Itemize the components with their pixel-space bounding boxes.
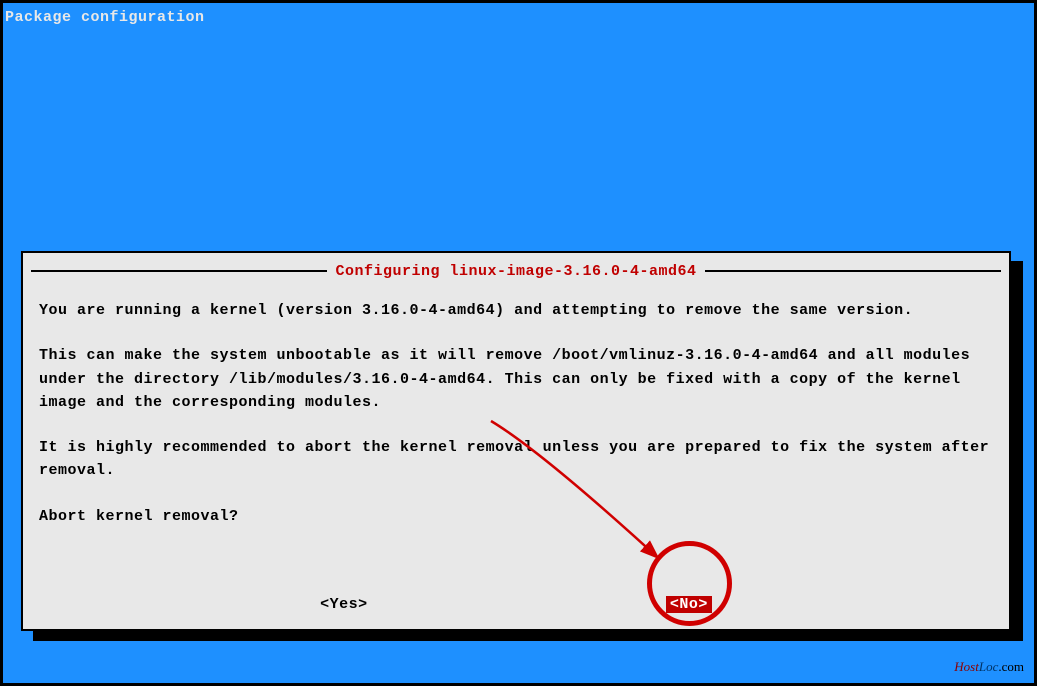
prompt-question: Abort kernel removal? bbox=[39, 505, 993, 528]
watermark-brand1: Host bbox=[954, 659, 979, 674]
watermark-suffix: .com bbox=[998, 659, 1024, 674]
config-dialog: Configuring linux-image-3.16.0-4-amd64 Y… bbox=[21, 251, 1011, 631]
yes-button[interactable]: <Yes> bbox=[320, 596, 368, 613]
dialog-title: Configuring linux-image-3.16.0-4-amd64 bbox=[327, 263, 704, 280]
dialog-title-bar: Configuring linux-image-3.16.0-4-amd64 bbox=[31, 261, 1001, 281]
watermark-brand2: Loc bbox=[979, 659, 999, 674]
terminal-screen: Package configuration Configuring linux-… bbox=[3, 3, 1034, 683]
dialog-content: You are running a kernel (version 3.16.0… bbox=[39, 299, 993, 528]
watermark: HostLoc.com bbox=[954, 659, 1024, 675]
no-button[interactable]: <No> bbox=[666, 596, 712, 613]
warning-para-2: This can make the system unbootable as i… bbox=[39, 344, 993, 414]
package-config-header: Package configuration bbox=[3, 3, 1034, 32]
warning-para-3: It is highly recommended to abort the ke… bbox=[39, 436, 993, 483]
dialog-buttons: <Yes> <No> bbox=[31, 596, 1001, 613]
warning-para-1: You are running a kernel (version 3.16.0… bbox=[39, 299, 993, 322]
